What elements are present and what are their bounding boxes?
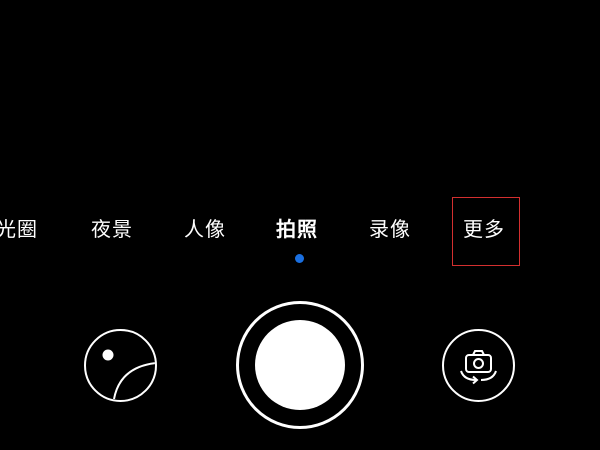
- gallery-button[interactable]: [84, 329, 157, 402]
- gallery-thumbnail-icon: [102, 349, 155, 400]
- switch-camera-icon: [460, 350, 497, 385]
- shutter-button[interactable]: [236, 301, 364, 429]
- mode-aperture[interactable]: 光圈: [0, 215, 38, 243]
- switch-camera-button[interactable]: [442, 329, 515, 402]
- mode-night[interactable]: 夜景: [91, 215, 133, 243]
- active-mode-indicator: [295, 254, 304, 263]
- shutter-icon: [255, 320, 345, 410]
- camera-controls: [0, 295, 600, 450]
- mode-video[interactable]: 录像: [369, 215, 411, 243]
- mode-photo[interactable]: 拍照: [276, 215, 318, 243]
- camera-mode-strip: 光圈 夜景 人像 拍照 录像 更多: [0, 205, 600, 260]
- camera-viewfinder[interactable]: [0, 0, 600, 190]
- mode-portrait[interactable]: 人像: [184, 215, 226, 243]
- mode-more[interactable]: 更多: [463, 215, 505, 243]
